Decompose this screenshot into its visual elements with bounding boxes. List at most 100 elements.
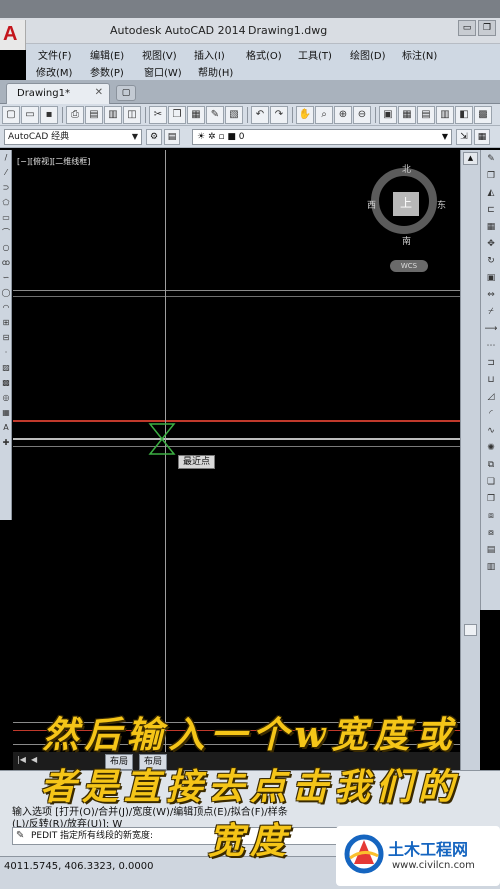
construction-line-icon[interactable]: ⁄: [1, 167, 11, 180]
move-icon[interactable]: ✥: [483, 237, 499, 252]
tab-close-icon[interactable]: ✕: [95, 87, 103, 98]
menu-draw[interactable]: 绘图(D): [348, 47, 400, 62]
menu-view[interactable]: 视图(V): [140, 47, 192, 62]
spline-icon[interactable]: ∽: [1, 272, 11, 285]
erase-icon[interactable]: ✎: [483, 152, 499, 167]
properties-icon[interactable]: ▣: [379, 105, 397, 124]
draworder-icon[interactable]: ⧉: [483, 458, 499, 473]
break-icon[interactable]: ⊐: [483, 356, 499, 371]
copy-object-icon[interactable]: ❐: [483, 169, 499, 184]
fillet-icon[interactable]: ◜: [483, 407, 499, 422]
3d-print-icon[interactable]: ◫: [123, 105, 141, 124]
design-center-icon[interactable]: ▦: [398, 105, 416, 124]
viewcube-east[interactable]: 东: [437, 198, 446, 211]
viewcube-south[interactable]: 南: [402, 234, 411, 247]
calculator-icon[interactable]: ▩: [474, 105, 492, 124]
polygon-icon[interactable]: ⬠: [1, 197, 11, 210]
publish-icon[interactable]: ▥: [104, 105, 122, 124]
bring-above-icon[interactable]: ⧈: [483, 509, 499, 524]
array-icon[interactable]: ▦: [483, 220, 499, 235]
menu-help[interactable]: 帮助(H): [198, 64, 252, 79]
table-icon[interactable]: ▦: [1, 407, 11, 420]
menu-file[interactable]: 文件(F): [36, 47, 88, 62]
add-selected-icon[interactable]: ✚: [1, 437, 11, 450]
mirror-icon[interactable]: ◭: [483, 186, 499, 201]
new-file-icon[interactable]: ▢: [2, 105, 20, 124]
zoom-window-icon[interactable]: ⊕: [334, 105, 352, 124]
cut-icon[interactable]: ✂: [149, 105, 167, 124]
viewcube-west[interactable]: 西: [367, 198, 376, 211]
workspace-dropdown[interactable]: AutoCAD 经典 ▼: [4, 129, 142, 145]
menu-parametric[interactable]: 参数(P): [90, 64, 144, 79]
scroll-up-icon[interactable]: ▲: [463, 152, 478, 165]
print-preview-icon[interactable]: ▤: [85, 105, 103, 124]
viewcube-top-face[interactable]: 上: [393, 192, 419, 216]
paste-icon[interactable]: ▦: [187, 105, 205, 124]
undo-icon[interactable]: ↶: [251, 105, 269, 124]
extend-icon[interactable]: ⟶: [483, 322, 499, 337]
stretch-icon[interactable]: ⇔: [483, 288, 499, 303]
viewcube-north[interactable]: 北: [402, 162, 411, 175]
layer-manager-icon[interactable]: ▤: [164, 129, 180, 145]
gradient-icon[interactable]: ▩: [1, 377, 11, 390]
tool-palettes-icon[interactable]: ▤: [417, 105, 435, 124]
multiline-text-icon[interactable]: A: [1, 422, 11, 435]
match-properties-icon[interactable]: ✎: [206, 105, 224, 124]
point-icon[interactable]: ·: [1, 347, 11, 360]
zoom-previous-icon[interactable]: ⊖: [353, 105, 371, 124]
line-icon[interactable]: /: [1, 152, 11, 165]
save-icon[interactable]: ▪: [40, 105, 58, 124]
menu-modify[interactable]: 修改(M): [36, 64, 90, 79]
zoom-realtime-icon[interactable]: ⌕: [315, 105, 333, 124]
menu-tools[interactable]: 工具(T): [296, 47, 348, 62]
copy-icon[interactable]: ❐: [168, 105, 186, 124]
hatch-to-back-icon[interactable]: ▥: [483, 560, 499, 575]
vertical-scrollbar[interactable]: ▲: [460, 150, 480, 770]
polyline-icon[interactable]: ⊃: [1, 182, 11, 195]
menu-format[interactable]: 格式(O): [244, 47, 296, 62]
make-current-layer-icon[interactable]: ⇲: [456, 129, 472, 145]
block-editor-icon[interactable]: ▧: [225, 105, 243, 124]
arc-icon[interactable]: ⌒: [1, 227, 11, 240]
layer-dropdown[interactable]: ☀ ✲ ▫ ■ 0 ▼: [192, 129, 452, 145]
hatch-icon[interactable]: ▨: [1, 362, 11, 375]
rectangle-icon[interactable]: ▭: [1, 212, 11, 225]
layer-previous-icon[interactable]: ▦: [474, 129, 490, 145]
send-to-back-icon[interactable]: ❐: [483, 492, 499, 507]
tab-drawing1[interactable]: Drawing1* ✕: [6, 83, 110, 104]
minimize-button[interactable]: ▭: [458, 20, 476, 36]
wcs-menu[interactable]: WCS: [390, 260, 428, 272]
bring-to-front-icon[interactable]: ❏: [483, 475, 499, 490]
menu-insert[interactable]: 插入(I): [192, 47, 244, 62]
scale-icon[interactable]: ▣: [483, 271, 499, 286]
explode-icon[interactable]: ✺: [483, 441, 499, 456]
text-to-front-icon[interactable]: ▤: [483, 543, 499, 558]
sheet-set-icon[interactable]: ▥: [436, 105, 454, 124]
new-tab-button[interactable]: ▢: [116, 85, 136, 101]
blend-curves-icon[interactable]: ∿: [483, 424, 499, 439]
drawing-canvas[interactable]: [−][俯视][二维线框] 上 北 南 西 东 WCS 最近点: [13, 150, 460, 770]
print-icon[interactable]: ⎙: [66, 105, 84, 124]
revision-cloud-icon[interactable]: ꝏ: [1, 257, 11, 270]
make-block-icon[interactable]: ⊟: [1, 332, 11, 345]
application-menu-button[interactable]: A: [0, 20, 26, 50]
circle-icon[interactable]: ○: [1, 242, 11, 255]
redo-icon[interactable]: ↷: [270, 105, 288, 124]
menu-dimension[interactable]: 标注(N): [400, 47, 452, 62]
ellipse-arc-icon[interactable]: ◠: [1, 302, 11, 315]
chamfer-icon[interactable]: ◿: [483, 390, 499, 405]
menu-window[interactable]: 窗口(W): [144, 64, 198, 79]
workspace-settings-icon[interactable]: ⚙: [146, 129, 162, 145]
ellipse-icon[interactable]: ◯: [1, 287, 11, 300]
maximize-button[interactable]: ❐: [478, 20, 496, 36]
markup-icon[interactable]: ◧: [455, 105, 473, 124]
region-icon[interactable]: ◎: [1, 392, 11, 405]
rotate-icon[interactable]: ↻: [483, 254, 499, 269]
open-file-icon[interactable]: ▭: [21, 105, 39, 124]
trim-icon[interactable]: ⌿: [483, 305, 499, 320]
offset-icon[interactable]: ⊏: [483, 203, 499, 218]
break-at-point-icon[interactable]: ⋯: [483, 339, 499, 354]
insert-block-icon[interactable]: ⊞: [1, 317, 11, 330]
scroll-thumb[interactable]: [464, 624, 477, 636]
join-icon[interactable]: ⊔: [483, 373, 499, 388]
